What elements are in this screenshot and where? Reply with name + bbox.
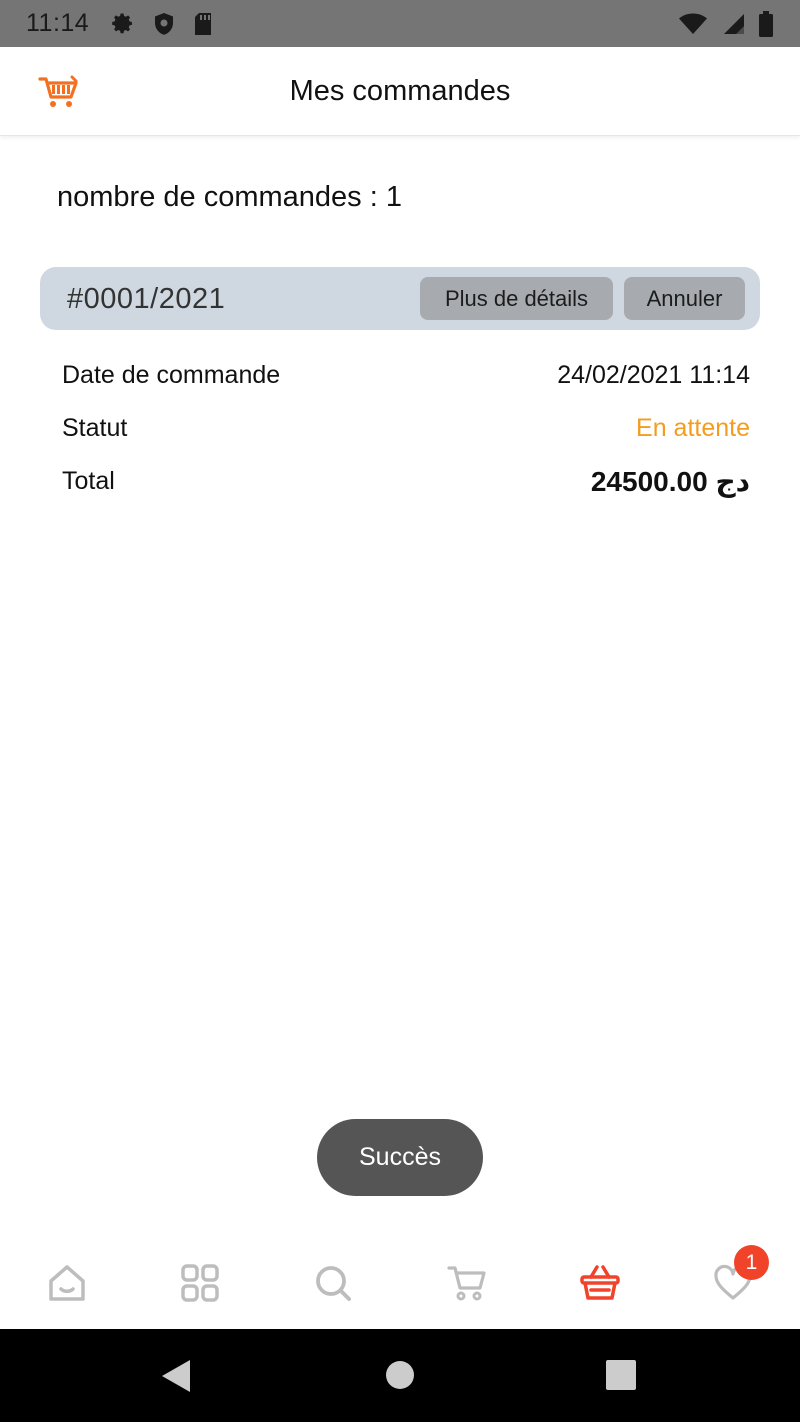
bottom-nav <box>0 1234 800 1329</box>
gear-icon <box>111 12 135 36</box>
search-icon[interactable] <box>312 1262 354 1304</box>
orders-basket-icon[interactable] <box>579 1262 621 1304</box>
order-status-row: Statut En attente <box>62 414 750 450</box>
signal-icon <box>720 12 746 36</box>
shield-icon <box>153 12 175 36</box>
order-details-button[interactable]: Plus de détails <box>420 277 613 320</box>
battery-icon <box>758 10 774 37</box>
order-date-row: Date de commande 24/02/2021 11:14 <box>62 361 750 397</box>
categories-grid-icon[interactable] <box>179 1262 221 1304</box>
app-bar: Mes commandes <box>0 47 800 136</box>
order-total-value: 24500.00 دج <box>590 466 750 497</box>
recents-icon[interactable] <box>606 1360 636 1395</box>
home-icon[interactable] <box>46 1262 88 1304</box>
status-bar: 11:14 <box>0 0 800 47</box>
sd-card-icon <box>193 12 213 36</box>
order-number: #0001/2021 <box>67 283 226 315</box>
order-total-label: Total <box>62 467 115 495</box>
status-right-icons <box>678 10 774 37</box>
order-date-value: 24/02/2021 11:14 <box>557 361 750 389</box>
status-left-icons <box>111 12 213 36</box>
wifi-icon <box>678 12 708 36</box>
wishlist-badge: 1 <box>734 1245 769 1280</box>
order-cancel-button[interactable]: Annuler <box>624 277 745 320</box>
success-toast: Succès <box>317 1119 483 1196</box>
back-icon[interactable] <box>160 1358 192 1399</box>
order-header: #0001/2021 Plus de détails Annuler <box>40 267 760 330</box>
order-status-label: Statut <box>62 414 128 442</box>
orders-count: nombre de commandes : 1 <box>57 181 402 213</box>
screen: 11:14 Mes commandes nombre de commandes … <box>0 0 800 1422</box>
status-time: 11:14 <box>26 9 90 37</box>
order-date-label: Date de commande <box>62 361 281 389</box>
home-circle-icon[interactable] <box>385 1360 415 1395</box>
order-total-row: Total 24500.00 دج <box>62 466 750 503</box>
page-title: Mes commandes <box>289 75 511 107</box>
cart-icon[interactable] <box>446 1262 488 1304</box>
order-status-value: En attente <box>636 414 750 442</box>
